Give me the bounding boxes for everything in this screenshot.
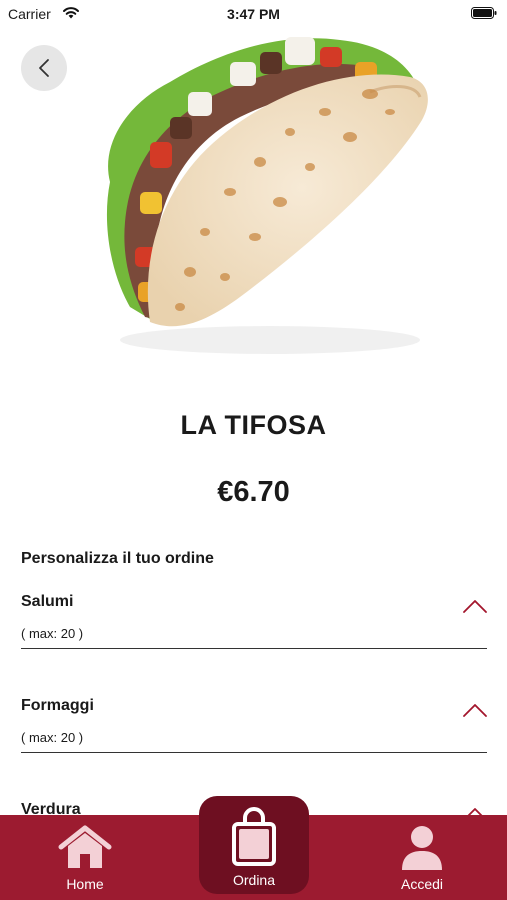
option-group-title: Verdura bbox=[21, 801, 81, 815]
clock: 3:47 PM bbox=[227, 6, 280, 22]
user-icon bbox=[402, 826, 442, 870]
customize-title: Personalizza il tuo ordine bbox=[21, 550, 214, 567]
battery-icon bbox=[471, 7, 497, 19]
chevron-left-icon bbox=[39, 59, 49, 77]
option-group-salumi[interactable]: Salumi ( max: 20 ) bbox=[21, 593, 487, 653]
divider bbox=[21, 648, 487, 649]
product-price: €6.70 bbox=[217, 476, 290, 508]
divider bbox=[21, 752, 487, 753]
chevron-up-icon[interactable] bbox=[463, 807, 487, 815]
chevron-up-icon[interactable] bbox=[463, 703, 487, 717]
product-image bbox=[106, 37, 428, 354]
tab-login[interactable]: Accedi bbox=[382, 815, 462, 900]
option-group-formaggi[interactable]: Formaggi ( max: 20 ) bbox=[21, 697, 487, 757]
tab-order[interactable]: Ordina bbox=[199, 796, 309, 894]
tab-label: Home bbox=[66, 876, 104, 892]
shopping-bag-icon bbox=[232, 807, 276, 866]
option-group-title: Salumi bbox=[21, 593, 74, 610]
tab-home[interactable]: Home bbox=[45, 815, 125, 900]
option-group-title: Formaggi bbox=[21, 697, 94, 714]
option-group-max: ( max: 20 ) bbox=[21, 626, 84, 641]
home-icon bbox=[58, 825, 112, 868]
product-name: LA TIFOSA bbox=[180, 410, 327, 440]
option-group-max: ( max: 20 ) bbox=[21, 730, 84, 745]
chevron-up-icon[interactable] bbox=[463, 599, 487, 613]
tab-label: Accedi bbox=[400, 876, 444, 892]
tab-label: Ordina bbox=[232, 872, 276, 888]
back-button[interactable] bbox=[21, 45, 67, 91]
